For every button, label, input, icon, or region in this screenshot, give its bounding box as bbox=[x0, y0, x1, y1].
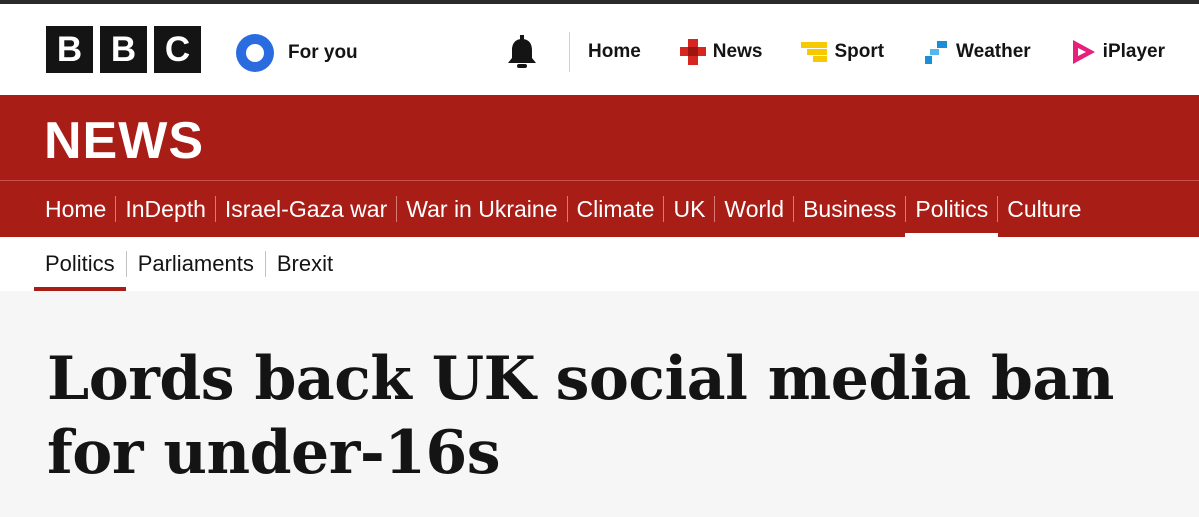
global-nav-sport-label: Sport bbox=[834, 41, 885, 62]
global-nav-home[interactable]: Home bbox=[588, 41, 641, 63]
sport-icon bbox=[801, 42, 828, 62]
subnav-brexit[interactable]: Brexit bbox=[277, 237, 333, 291]
section-nav-indepth[interactable]: InDepth bbox=[125, 181, 206, 237]
subnav-parliaments[interactable]: Parliaments bbox=[138, 237, 254, 291]
section-nav-culture[interactable]: Culture bbox=[1007, 181, 1081, 237]
global-nav-news[interactable]: News bbox=[679, 38, 763, 66]
section-nav-politics[interactable]: Politics bbox=[905, 181, 999, 237]
section-nav-separator bbox=[714, 196, 716, 222]
global-nav-news-label: News bbox=[712, 41, 763, 62]
header-divider bbox=[569, 32, 570, 72]
section-nav-separator bbox=[566, 196, 568, 222]
global-header: B B C For you Home News Sport Weather iP… bbox=[0, 0, 1199, 95]
bbc-logo-block-c: C bbox=[154, 26, 201, 73]
global-nav-sport[interactable]: Sport bbox=[800, 38, 884, 66]
subnav-politics[interactable]: Politics bbox=[34, 237, 126, 291]
section-nav-climate[interactable]: Climate bbox=[577, 181, 655, 237]
section-nav-business[interactable]: Business bbox=[803, 181, 896, 237]
for-you-label: For you bbox=[288, 42, 358, 63]
iplayer-icon bbox=[1072, 40, 1095, 64]
section-nav-war-in-ukraine[interactable]: War in Ukraine bbox=[406, 181, 557, 237]
global-nav: Home News Sport Weather iPlayer bbox=[588, 32, 1165, 72]
account-icon bbox=[236, 34, 274, 72]
global-nav-weather-label: Weather bbox=[956, 41, 1031, 62]
global-nav-iplayer[interactable]: iPlayer bbox=[1069, 38, 1165, 66]
section-nav-uk[interactable]: UK bbox=[673, 181, 705, 237]
weather-icon bbox=[925, 41, 948, 64]
global-nav-iplayer-label: iPlayer bbox=[1102, 41, 1165, 62]
section-nav-israel-gaza-war[interactable]: Israel-Gaza war bbox=[225, 181, 387, 237]
section-nav-separator bbox=[663, 196, 665, 222]
section-nav-world[interactable]: World bbox=[724, 181, 784, 237]
bbc-logo-block-b1: B bbox=[46, 26, 93, 73]
news-icon bbox=[679, 39, 706, 65]
section-nav-separator bbox=[115, 196, 117, 222]
news-masthead-title[interactable]: NEWS bbox=[44, 111, 204, 171]
section-nav-separator bbox=[997, 196, 999, 222]
politics-subnav: Politics Parliaments Brexit bbox=[0, 237, 1199, 291]
section-nav-separator bbox=[905, 196, 907, 222]
news-section-nav: Home InDepth Israel-Gaza war War in Ukra… bbox=[45, 181, 1081, 237]
section-nav-separator bbox=[396, 196, 398, 222]
global-nav-weather[interactable]: Weather bbox=[922, 38, 1031, 66]
article-headline: Lords back UK social media ban for under… bbox=[47, 344, 1114, 488]
bbc-logo-block-b2: B bbox=[100, 26, 147, 73]
bbc-logo[interactable]: B B C bbox=[46, 26, 201, 73]
news-masthead-bar: NEWS Home InDepth Israel-Gaza war War in… bbox=[0, 95, 1199, 237]
subnav-separator bbox=[125, 251, 127, 277]
for-you-button[interactable]: For you bbox=[236, 34, 358, 72]
section-nav-home[interactable]: Home bbox=[45, 181, 106, 237]
subnav-row: Politics Parliaments Brexit bbox=[34, 237, 333, 291]
global-nav-home-label: Home bbox=[588, 41, 641, 62]
section-nav-separator bbox=[214, 196, 216, 222]
section-nav-separator bbox=[793, 196, 795, 222]
subnav-separator bbox=[264, 251, 266, 277]
notifications-bell-icon[interactable] bbox=[505, 34, 539, 70]
